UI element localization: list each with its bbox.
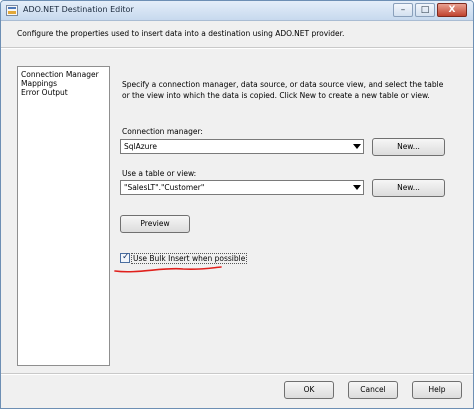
table-or-view-dropdown[interactable]: "SalesLT"."Customer" [120,180,364,195]
instructions-text: Specify a connection manager, data sourc… [122,80,444,100]
table-or-view-value: "SalesLT"."Customer" [124,183,205,192]
nav-item-error-output[interactable]: Error Output [21,88,68,97]
minimize-button[interactable]: – [393,3,413,17]
page-navigation-list: Connection Manager Mappings Error Output [17,66,110,366]
ok-button[interactable]: OK [284,381,334,399]
window-controls: – □ X [391,3,467,17]
cancel-button[interactable]: Cancel [348,381,398,399]
connection-manager-label: Connection manager: [122,127,203,136]
red-underline-stroke [114,266,222,273]
title-bar[interactable]: ADO.NET Destination Editor – □ X [1,1,473,21]
dropdown-arrow-icon [353,144,361,149]
window-title: ADO.NET Destination Editor [23,5,134,14]
connection-manager-value: SqlAzure [124,142,157,151]
dialog-description: Configure the properties used to insert … [17,29,345,38]
help-button[interactable]: Help [412,381,462,399]
maximize-button[interactable]: □ [415,3,435,17]
dropdown-arrow-icon [353,185,361,190]
bulk-insert-checkbox[interactable]: ✓ [120,252,130,263]
table-or-view-label: Use a table or view: [122,169,197,178]
nav-item-mappings[interactable]: Mappings [21,79,57,88]
header-divider [1,47,473,49]
new-table-button[interactable]: New... [372,179,445,197]
preview-button[interactable]: Preview [120,215,190,233]
ado-net-destination-editor-window: ADO.NET Destination Editor – □ X Configu… [0,0,474,409]
dialog-app-icon [6,5,18,16]
footer-divider [1,373,473,375]
red-underline-annotation [114,266,222,273]
new-connection-button[interactable]: New... [372,138,445,156]
nav-item-connection-manager[interactable]: Connection Manager [21,70,99,79]
connection-manager-dropdown[interactable]: SqlAzure [120,139,364,154]
close-button[interactable]: X [437,3,467,17]
checkmark-icon: ✓ [122,252,130,262]
bulk-insert-label[interactable]: Use Bulk Insert when possible [130,253,248,264]
